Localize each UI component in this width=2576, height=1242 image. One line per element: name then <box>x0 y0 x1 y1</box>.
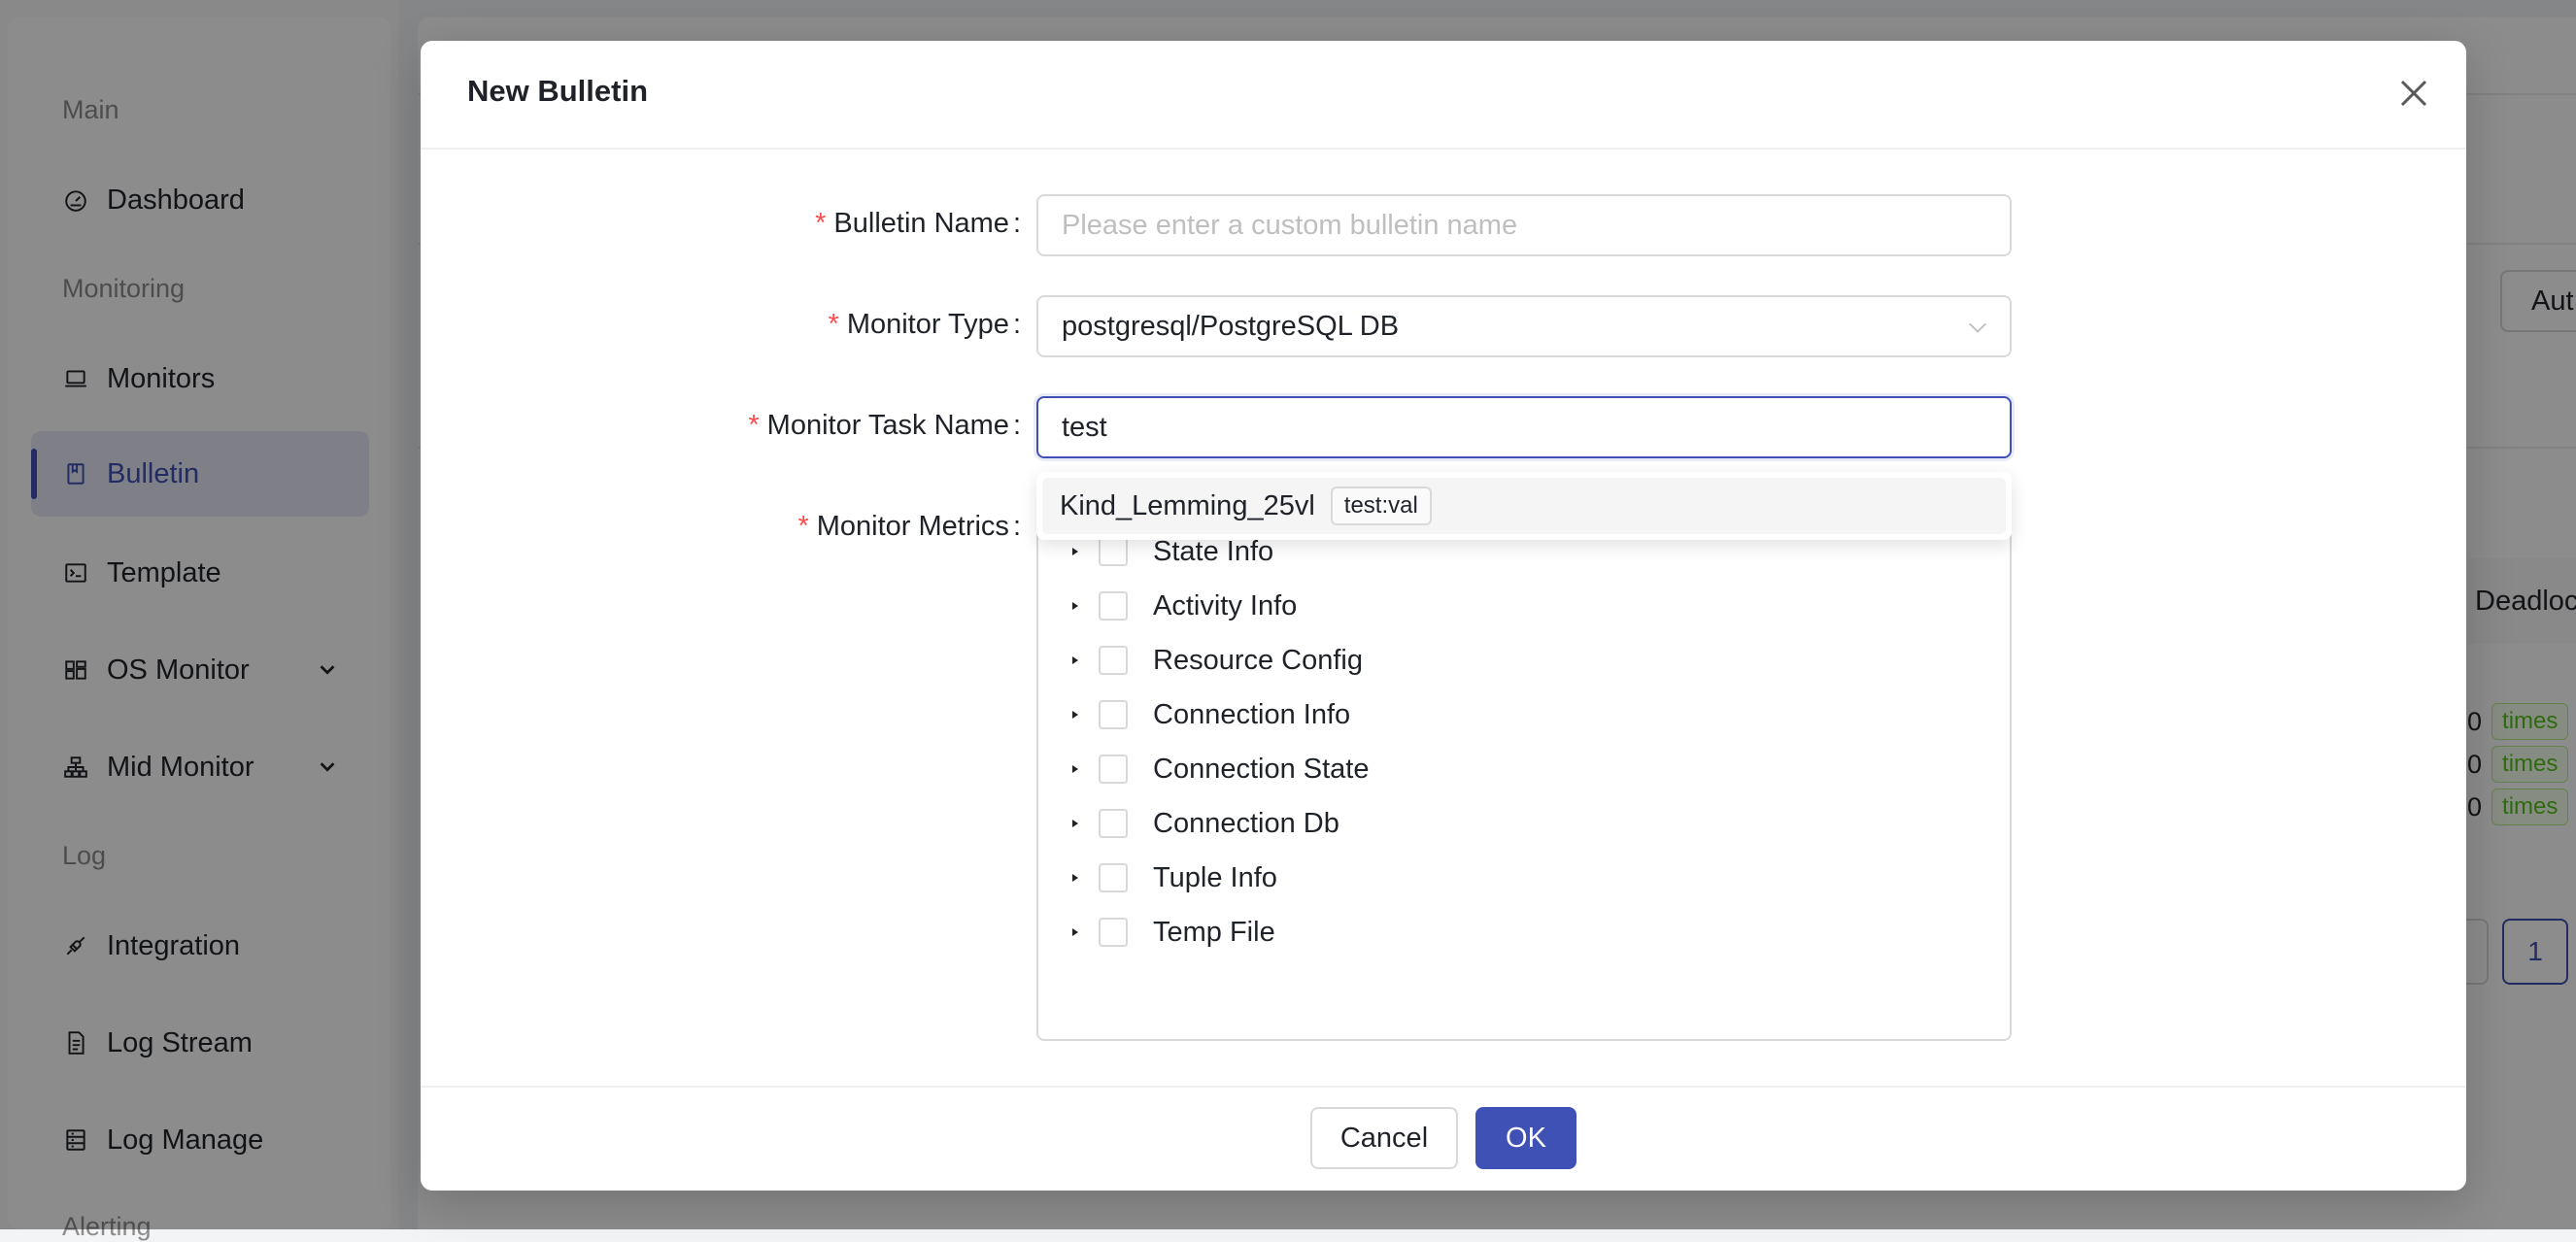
tree-node-resource-config[interactable]: Resource Config <box>1038 633 1363 688</box>
tree-node-label: State Info <box>1153 535 1274 567</box>
chevron-down-icon <box>1969 322 1986 333</box>
modal-header: New Bulletin <box>421 41 2466 150</box>
monitor-type-label: * Monitor Type: <box>828 309 1021 340</box>
tree-node-label: Connection State <box>1153 753 1370 785</box>
required-mark: * <box>797 511 809 542</box>
monitor-type-value: postgresql/PostgreSQL DB <box>1062 310 1400 342</box>
caret-right-icon[interactable] <box>1066 596 1085 616</box>
monitor-metrics-label: * Monitor Metrics: <box>797 511 1021 542</box>
tree-node-activity-info[interactable]: Activity Info <box>1038 579 1297 633</box>
required-mark: * <box>828 309 839 340</box>
tree-checkbox[interactable] <box>1099 863 1128 892</box>
tree-node-connection-info[interactable]: Connection Info <box>1038 688 1350 742</box>
tree-node-tuple-info[interactable]: Tuple Info <box>1038 851 1277 905</box>
caret-right-icon[interactable] <box>1066 814 1085 833</box>
tree-node-connection-db[interactable]: Connection Db <box>1038 796 1339 851</box>
tree-node-temp-file[interactable]: Temp File <box>1038 905 1275 959</box>
tree-node-label: Tuple Info <box>1153 861 1277 893</box>
required-mark: * <box>815 208 827 239</box>
dropdown-option[interactable]: Kind_Lemming_25vl test:val <box>1042 478 2006 534</box>
bulletin-name-field[interactable] <box>1036 194 2012 256</box>
new-bulletin-modal: New Bulletin *Bulletin Name: *Monitor Ty… <box>421 41 2466 1191</box>
caret-right-icon[interactable] <box>1066 651 1085 670</box>
tree-node-label: Connection Info <box>1153 698 1351 730</box>
monitor-task-name-input[interactable] <box>1062 411 2010 444</box>
tree-node-label: Resource Config <box>1153 644 1363 676</box>
ok-button[interactable]: OK <box>1475 1107 1576 1169</box>
option-tag: test:val <box>1330 487 1432 525</box>
bulletin-name-input[interactable] <box>1062 209 2010 242</box>
caret-right-icon[interactable] <box>1066 923 1085 942</box>
task-name-dropdown: Kind_Lemming_25vl test:val <box>1036 472 2012 540</box>
tree-checkbox[interactable] <box>1099 646 1128 675</box>
monitor-task-name-label: * Monitor Task Name: <box>748 410 1021 441</box>
cancel-button[interactable]: Cancel <box>1310 1107 1458 1169</box>
monitor-task-name-field[interactable] <box>1036 396 2012 458</box>
tree-node-label: Connection Db <box>1153 807 1339 839</box>
required-mark: * <box>748 410 760 441</box>
modal-title: New Bulletin <box>467 74 649 108</box>
bulletin-name-label: * Bulletin Name: <box>815 208 1021 239</box>
tree-checkbox[interactable] <box>1099 591 1128 621</box>
tree-checkbox[interactable] <box>1099 700 1128 729</box>
tree-node-label: Activity Info <box>1153 589 1298 621</box>
tree-checkbox[interactable] <box>1099 755 1128 784</box>
monitor-metrics-tree: State Info Activity Info Resource Config… <box>1036 495 2012 1041</box>
tree-checkbox[interactable] <box>1099 537 1128 566</box>
modal-footer: Cancel OK <box>421 1086 2466 1191</box>
tree-checkbox[interactable] <box>1099 918 1128 947</box>
tree-node-label: Temp File <box>1153 916 1275 948</box>
monitor-type-select[interactable]: postgresql/PostgreSQL DB <box>1036 295 2012 357</box>
tree-node-connection-state[interactable]: Connection State <box>1038 742 1369 796</box>
close-icon[interactable] <box>2396 76 2431 111</box>
caret-right-icon[interactable] <box>1066 542 1085 561</box>
tree-checkbox[interactable] <box>1099 809 1128 838</box>
caret-right-icon[interactable] <box>1066 759 1085 779</box>
option-label: Kind_Lemming_25vl <box>1060 489 1315 521</box>
caret-right-icon[interactable] <box>1066 868 1085 888</box>
caret-right-icon[interactable] <box>1066 705 1085 724</box>
